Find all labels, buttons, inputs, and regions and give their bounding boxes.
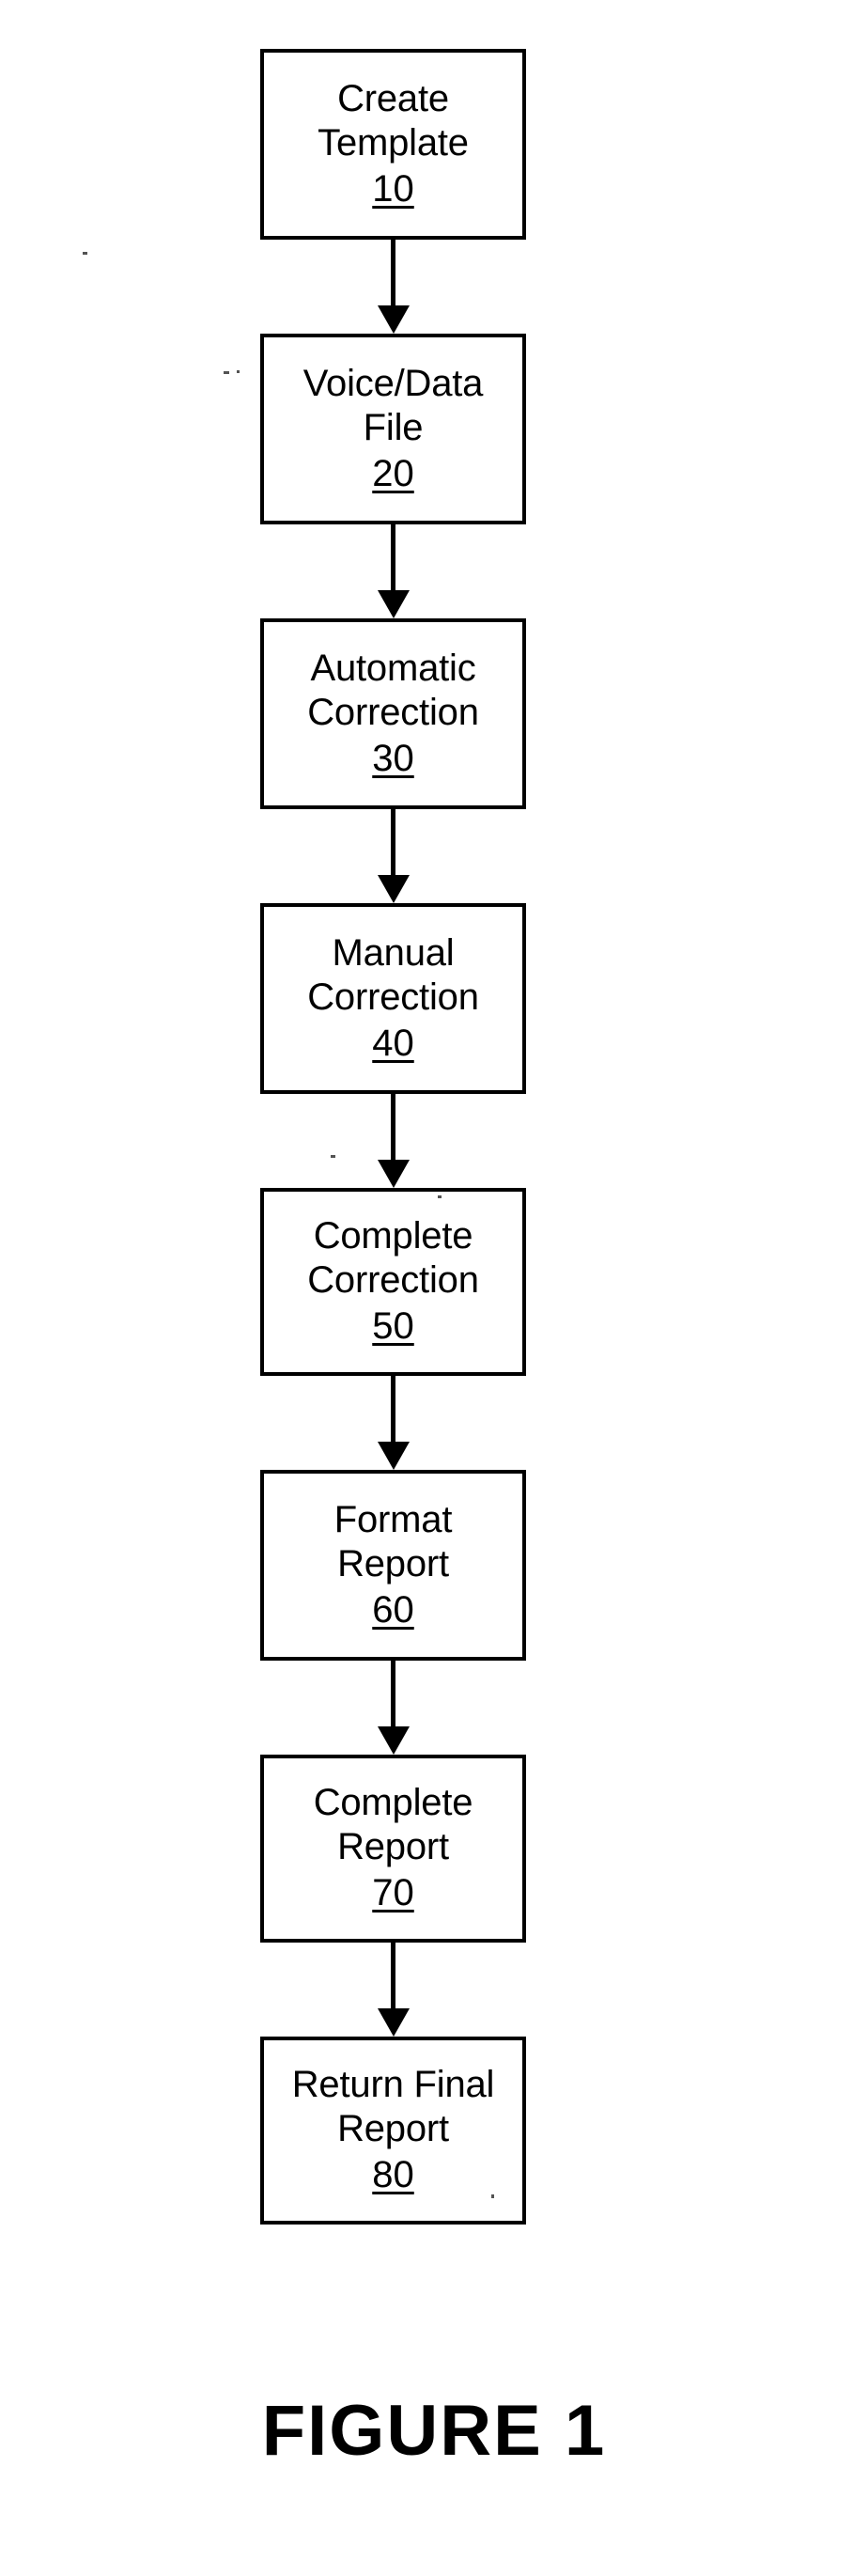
flow-node-format-report: Format Report 60: [260, 1470, 526, 1661]
flow-node-label-line1: Manual: [332, 931, 455, 974]
scan-speckle: [224, 371, 229, 374]
flow-node-label-line1: Voice/Data: [302, 362, 484, 404]
flow-node-automatic-correction: Automatic Correction 30: [260, 618, 526, 809]
flow-node-complete-report: Complete Report 70: [260, 1755, 526, 1943]
arrowhead-down-icon: [377, 1726, 410, 1755]
scan-speckle: [331, 1155, 335, 1158]
flow-node-label-line1: Automatic: [310, 647, 476, 689]
flow-node-label-line2: Report: [337, 1826, 449, 1867]
flow-node-label-line2: Correction: [307, 691, 479, 733]
flow-node-reference-numeral: 40: [372, 1022, 414, 1064]
flow-node-complete-correction: Complete Correction 50: [260, 1188, 526, 1376]
flow-node-voice-data-file: Voice/Data File 20: [260, 334, 526, 524]
flow-node-return-final-report: Return Final Report 80: [260, 2037, 526, 2225]
flow-node-label-line1: Return Final: [291, 2064, 495, 2105]
flowchart-column: Create Template 10 Voice/Data File 20 Au…: [260, 49, 526, 2225]
arrowhead-down-icon: [377, 1442, 410, 1470]
arrowhead-down-icon: [377, 305, 410, 334]
flow-node-label-line1: Create: [337, 77, 449, 119]
flow-node-create-template: Create Template 10: [260, 49, 526, 240]
scan-speckle: [491, 2194, 494, 2198]
scan-speckle: [83, 252, 87, 255]
connector-line: [391, 240, 395, 307]
flow-node-label-line2: Report: [337, 2108, 449, 2149]
connector-line: [391, 1094, 395, 1162]
arrowhead-down-icon: [377, 1160, 410, 1188]
flow-node-label-line2: Correction: [307, 976, 479, 1018]
flow-node-reference-numeral: 80: [372, 2154, 414, 2195]
connector-line: [391, 809, 395, 877]
connector-line: [391, 524, 395, 592]
flow-connector-arrow: [260, 524, 526, 618]
flow-connector-arrow: [260, 809, 526, 903]
arrowhead-down-icon: [377, 875, 410, 903]
flow-node-reference-numeral: 10: [372, 167, 414, 210]
figure-caption: FIGURE 1: [261, 2391, 607, 2471]
flow-node-label-line1: Format: [333, 1498, 453, 1540]
scan-speckle: [237, 370, 240, 373]
flow-connector-arrow: [260, 240, 526, 334]
patent-figure-sheet: Create Template 10 Voice/Data File 20 Au…: [0, 0, 868, 2576]
flow-node-reference-numeral: 70: [372, 1872, 414, 1913]
flow-node-label-line2: Correction: [307, 1259, 479, 1301]
connector-line: [391, 1661, 395, 1728]
arrowhead-down-icon: [377, 2008, 410, 2037]
flow-node-reference-numeral: 60: [372, 1588, 414, 1631]
flow-node-label-line1: Complete: [313, 1215, 473, 1257]
flow-node-label-line2: Report: [337, 1542, 449, 1585]
flow-connector-arrow: [260, 1943, 526, 2037]
flow-node-reference-numeral: 50: [372, 1305, 414, 1347]
arrowhead-down-icon: [377, 590, 410, 618]
flow-node-reference-numeral: 30: [372, 737, 414, 779]
flow-connector-arrow: [260, 1661, 526, 1755]
scan-speckle: [438, 1195, 442, 1198]
flow-node-label-line1: Complete: [313, 1782, 473, 1823]
flow-connector-arrow: [260, 1376, 526, 1470]
flow-node-manual-correction: Manual Correction 40: [260, 903, 526, 1094]
flow-node-label-line2: Template: [318, 121, 469, 164]
flow-node-label-line2: File: [363, 406, 424, 448]
flow-node-reference-numeral: 20: [372, 452, 414, 494]
connector-line: [391, 1376, 395, 1444]
flow-connector-arrow: [260, 1094, 526, 1188]
connector-line: [391, 1943, 395, 2010]
